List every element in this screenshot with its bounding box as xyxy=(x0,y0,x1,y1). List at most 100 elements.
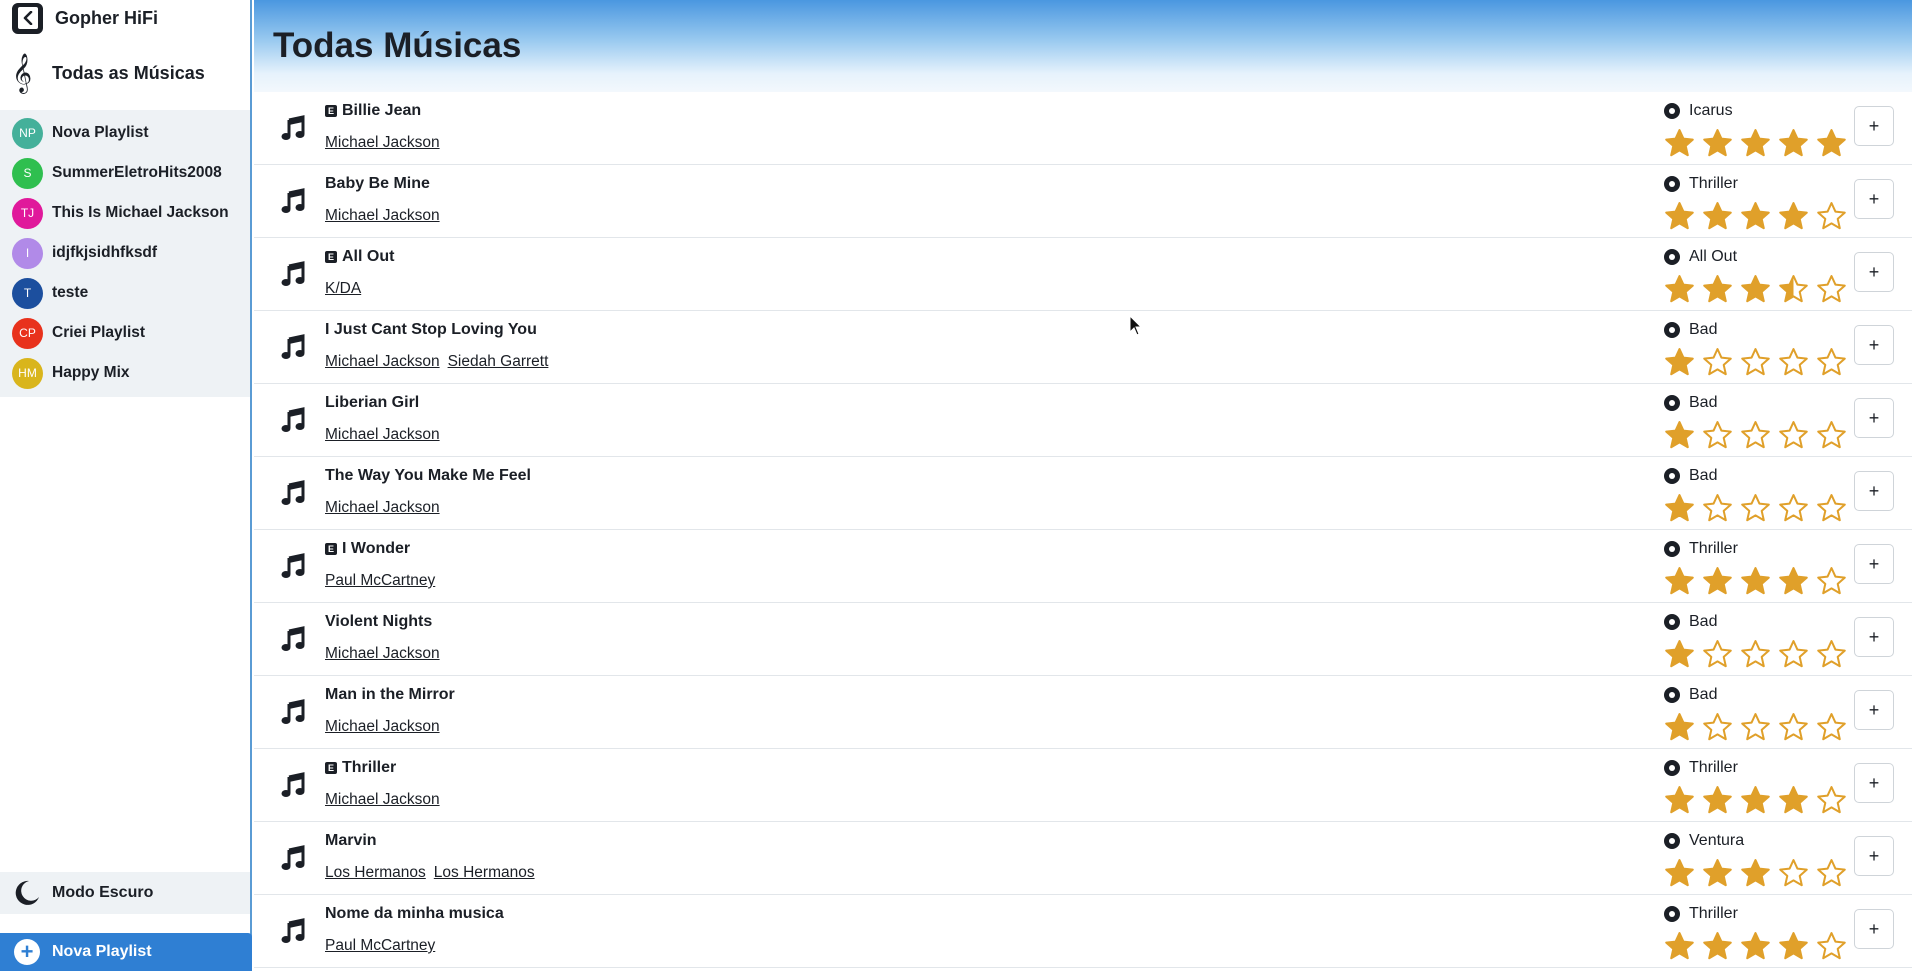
star-empty-icon[interactable] xyxy=(1702,493,1733,524)
add-to-playlist-button[interactable]: + xyxy=(1854,325,1894,365)
star-filled-icon[interactable] xyxy=(1664,566,1695,597)
star-rating[interactable] xyxy=(1664,712,1847,743)
artist-link[interactable]: Paul McCartney xyxy=(325,572,435,590)
star-filled-icon[interactable] xyxy=(1664,274,1695,305)
sidebar-playlist-item[interactable]: NP Nova Playlist xyxy=(0,113,250,153)
star-empty-icon[interactable] xyxy=(1740,420,1771,451)
star-rating[interactable] xyxy=(1664,347,1847,378)
song-row[interactable]: The Way You Make Me Feel Michael Jackson B… xyxy=(254,457,1912,530)
star-filled-icon[interactable] xyxy=(1664,639,1695,670)
star-rating[interactable] xyxy=(1664,639,1847,670)
song-row[interactable]: E All Out K/DA All Out + xyxy=(254,238,1912,311)
sidebar-item-all-songs[interactable]: 𝄞 Todas as Músicas xyxy=(0,36,250,110)
star-rating[interactable] xyxy=(1664,931,1847,962)
star-filled-icon[interactable] xyxy=(1778,566,1809,597)
song-row[interactable]: Violent Nights Michael Jackson Bad + xyxy=(254,603,1912,676)
new-playlist-button[interactable]: + Nova Playlist xyxy=(0,933,252,971)
star-filled-icon[interactable] xyxy=(1778,128,1809,159)
add-to-playlist-button[interactable]: + xyxy=(1854,398,1894,438)
sidebar-playlist-item[interactable]: TJ This Is Michael Jackson xyxy=(0,193,250,233)
star-rating[interactable] xyxy=(1664,128,1847,159)
sidebar-playlist-item[interactable]: Tteste xyxy=(0,273,250,313)
add-to-playlist-button[interactable]: + xyxy=(1854,179,1894,219)
add-to-playlist-button[interactable]: + xyxy=(1854,544,1894,584)
star-empty-icon[interactable] xyxy=(1702,347,1733,378)
star-filled-icon[interactable] xyxy=(1664,858,1695,889)
add-to-playlist-button[interactable]: + xyxy=(1854,690,1894,730)
star-filled-icon[interactable] xyxy=(1702,931,1733,962)
star-empty-icon[interactable] xyxy=(1778,420,1809,451)
star-filled-icon[interactable] xyxy=(1702,128,1733,159)
star-filled-icon[interactable] xyxy=(1664,931,1695,962)
song-row[interactable]: Liberian Girl Michael Jackson Bad + xyxy=(254,384,1912,457)
artist-link[interactable]: K/DA xyxy=(325,280,361,298)
star-filled-icon[interactable] xyxy=(1702,274,1733,305)
star-empty-icon[interactable] xyxy=(1702,420,1733,451)
star-empty-icon[interactable] xyxy=(1816,712,1847,743)
star-filled-icon[interactable] xyxy=(1702,566,1733,597)
artist-link[interactable]: Michael Jackson xyxy=(325,645,440,663)
star-rating[interactable] xyxy=(1664,785,1847,816)
star-empty-icon[interactable] xyxy=(1740,712,1771,743)
sidebar-playlist-item[interactable]: HM Happy Mix xyxy=(0,353,250,393)
song-row[interactable]: Nome da minha musica Paul McCartney Thrill… xyxy=(254,895,1912,968)
star-filled-icon[interactable] xyxy=(1778,785,1809,816)
star-empty-icon[interactable] xyxy=(1816,931,1847,962)
star-empty-icon[interactable] xyxy=(1740,347,1771,378)
artist-link[interactable]: Michael Jackson xyxy=(325,718,440,736)
star-empty-icon[interactable] xyxy=(1702,712,1733,743)
star-empty-icon[interactable] xyxy=(1778,493,1809,524)
star-empty-icon[interactable] xyxy=(1702,639,1733,670)
star-empty-icon[interactable] xyxy=(1816,785,1847,816)
add-to-playlist-button[interactable]: + xyxy=(1854,252,1894,292)
star-empty-icon[interactable] xyxy=(1740,639,1771,670)
star-half-icon[interactable] xyxy=(1778,274,1809,305)
star-empty-icon[interactable] xyxy=(1816,858,1847,889)
star-empty-icon[interactable] xyxy=(1816,639,1847,670)
song-row[interactable]: Man in the Mirror Michael Jackson Bad + xyxy=(254,676,1912,749)
star-filled-icon[interactable] xyxy=(1702,201,1733,232)
star-empty-icon[interactable] xyxy=(1816,566,1847,597)
song-row[interactable]: E Billie Jean Michael Jackson Icarus + xyxy=(254,92,1912,165)
star-filled-icon[interactable] xyxy=(1664,128,1695,159)
star-rating[interactable] xyxy=(1664,274,1847,305)
star-rating[interactable] xyxy=(1664,493,1847,524)
star-empty-icon[interactable] xyxy=(1816,347,1847,378)
star-filled-icon[interactable] xyxy=(1664,347,1695,378)
song-row[interactable]: E Thriller Michael Jackson Thriller + xyxy=(254,749,1912,822)
star-empty-icon[interactable] xyxy=(1816,493,1847,524)
star-filled-icon[interactable] xyxy=(1740,274,1771,305)
artist-link[interactable]: Siedah Garrett xyxy=(448,353,549,371)
star-empty-icon[interactable] xyxy=(1816,420,1847,451)
star-filled-icon[interactable] xyxy=(1664,420,1695,451)
star-rating[interactable] xyxy=(1664,566,1847,597)
star-filled-icon[interactable] xyxy=(1740,858,1771,889)
sidebar-playlist-item[interactable]: S SummerEletroHits2008 xyxy=(0,153,250,193)
star-rating[interactable] xyxy=(1664,420,1847,451)
star-empty-icon[interactable] xyxy=(1740,493,1771,524)
add-to-playlist-button[interactable]: + xyxy=(1854,836,1894,876)
star-filled-icon[interactable] xyxy=(1740,128,1771,159)
dark-mode-toggle[interactable]: Modo Escuro xyxy=(0,872,250,914)
add-to-playlist-button[interactable]: + xyxy=(1854,471,1894,511)
star-filled-icon[interactable] xyxy=(1702,785,1733,816)
star-empty-icon[interactable] xyxy=(1778,347,1809,378)
song-row[interactable]: Marvin Los Hermanos Los Hermanos Ventura + xyxy=(254,822,1912,895)
artist-link[interactable]: Michael Jackson xyxy=(325,426,440,444)
star-filled-icon[interactable] xyxy=(1816,128,1847,159)
star-empty-icon[interactable] xyxy=(1816,274,1847,305)
artist-link[interactable]: Michael Jackson xyxy=(325,353,440,371)
artist-link[interactable]: Michael Jackson xyxy=(325,134,440,152)
add-to-playlist-button[interactable]: + xyxy=(1854,106,1894,146)
artist-link[interactable]: Michael Jackson xyxy=(325,791,440,809)
song-row[interactable]: E I Wonder Paul McCartney Thriller + xyxy=(254,530,1912,603)
artist-link[interactable]: Michael Jackson xyxy=(325,207,440,225)
star-filled-icon[interactable] xyxy=(1778,931,1809,962)
star-empty-icon[interactable] xyxy=(1778,712,1809,743)
star-rating[interactable] xyxy=(1664,201,1847,232)
star-filled-icon[interactable] xyxy=(1664,785,1695,816)
artist-link[interactable]: Paul McCartney xyxy=(325,937,435,955)
star-filled-icon[interactable] xyxy=(1740,201,1771,232)
star-filled-icon[interactable] xyxy=(1664,712,1695,743)
star-filled-icon[interactable] xyxy=(1664,201,1695,232)
